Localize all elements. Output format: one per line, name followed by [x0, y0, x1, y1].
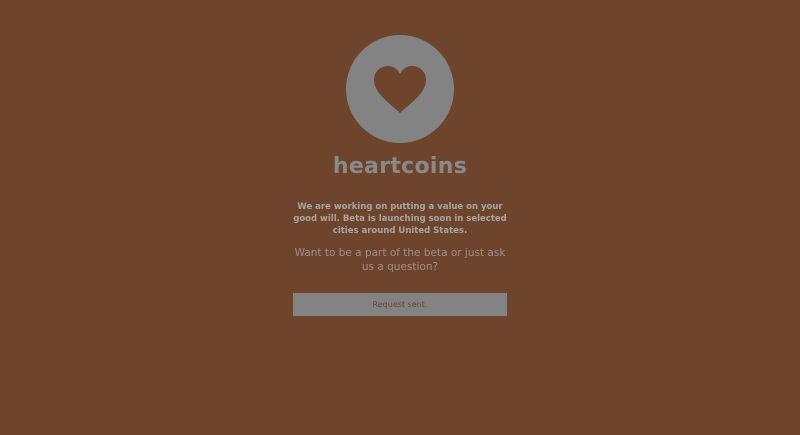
- description-text: We are working on putting a value on you…: [293, 202, 507, 236]
- heart-icon: [374, 66, 426, 113]
- request-button[interactable]: Request sent.: [293, 293, 507, 316]
- beta-question-text: Want to be a part of the beta or just as…: [294, 247, 506, 273]
- logo: [346, 35, 454, 143]
- landing-page: heartcoins We are working on putting a v…: [0, 0, 800, 435]
- brand-title: heartcoins: [332, 154, 468, 179]
